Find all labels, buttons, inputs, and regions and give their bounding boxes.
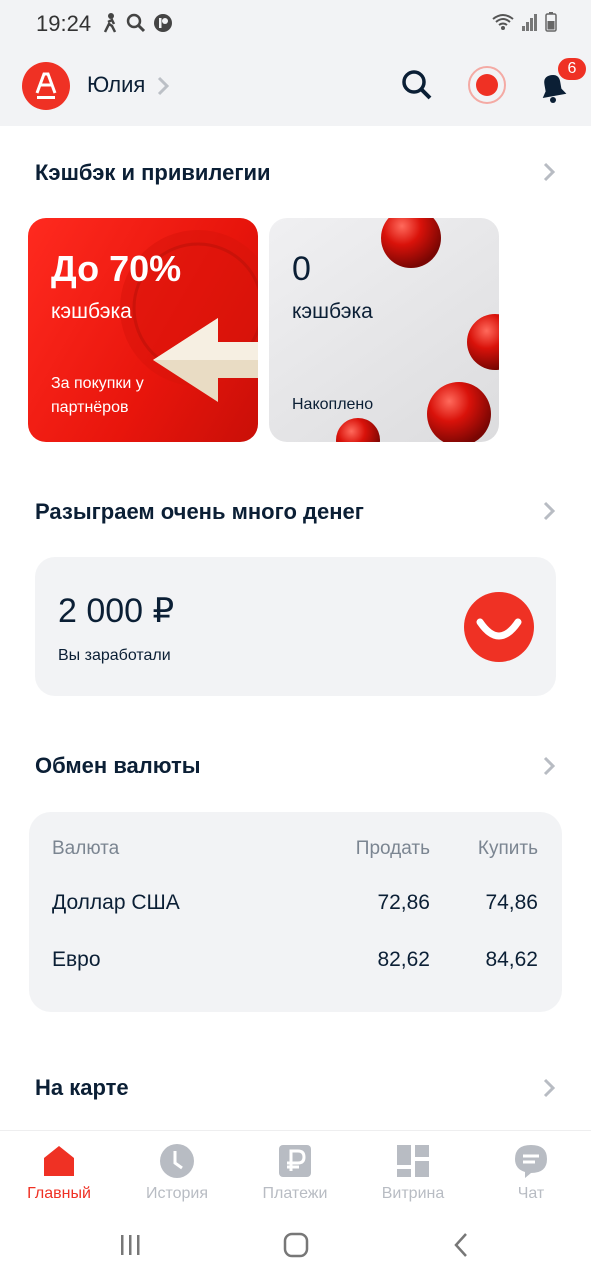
search-status-icon [126,13,146,33]
nav-item-chat[interactable]: Чат [472,1143,590,1203]
column-currency: Валюта [52,838,120,859]
user-name[interactable]: Юлия [87,72,145,98]
ruble-icon [279,1145,311,1177]
recent-apps-icon[interactable] [119,1232,143,1258]
status-notification-icons [100,12,174,34]
nav-label: Платежи [262,1185,328,1202]
bottom-nav: Главный История Платежи Витрина Чат [0,1130,591,1210]
bank-logo[interactable] [22,62,70,110]
nav-label: История [145,1185,209,1202]
record-button[interactable] [468,66,506,104]
earnings-amount: 2 000 ₽ [58,592,175,630]
currency-sell-rate: 82,62 [377,948,430,971]
chevron-right-icon[interactable] [541,1077,557,1099]
lottery-section-title[interactable]: Разыграем очень много денег [35,499,364,525]
app-status-icon [154,14,172,32]
column-buy: Купить [477,838,538,859]
system-nav-bar [0,1210,591,1280]
smile-icon [464,592,534,662]
chevron-right-icon[interactable] [541,500,557,522]
partner-cashback-card[interactable]: До 70% кэшбэка За покупки у партнёров [28,218,258,442]
notifications-badge: 6 [556,56,588,82]
partner-cashback-subtitle: кэшбэка [51,300,132,323]
battery-icon [545,12,557,32]
record-dot-icon [476,74,498,96]
accumulated-cashback-value: 0 [292,250,311,288]
accumulated-cashback-subtitle: кэшбэка [292,300,373,323]
signal-icon [522,14,537,31]
chevron-right-icon[interactable] [156,75,170,97]
nav-item-home[interactable]: Главный [0,1143,118,1203]
person-walk-icon [103,13,117,33]
earnings-label: Вы заработали [58,647,171,664]
nav-label: Чат [517,1185,545,1202]
cashback-section-title[interactable]: Кэшбэк и привилегии [35,160,271,186]
nav-label: Витрина [381,1185,445,1202]
showcase-icon [397,1145,429,1177]
home-icon [44,1146,74,1176]
currency-name: Евро [52,948,101,971]
status-time: 19:24 [36,11,92,36]
clock-icon [160,1144,194,1178]
status-system-icons [491,12,557,32]
home-button-icon[interactable] [283,1232,309,1258]
back-icon[interactable] [451,1232,471,1258]
wifi-icon [492,14,514,30]
nav-label: Главный [27,1185,91,1202]
alfa-a-icon [35,72,57,99]
partner-cashback-headline: До 70% [51,248,182,289]
currency-name: Доллар США [52,891,180,914]
app-header: Юлия 6 [0,46,591,126]
currency-buy-rate: 74,86 [485,891,538,914]
chat-icon [515,1145,547,1178]
currency-sell-rate: 72,86 [377,891,430,914]
chevron-right-icon[interactable] [541,161,557,183]
partner-cashback-note: За покупки у партнёров [51,375,144,416]
nav-item-payments[interactable]: Платежи [236,1143,354,1203]
chevron-right-icon[interactable] [541,755,557,777]
currency-buy-rate: 84,62 [485,948,538,971]
nav-item-showcase[interactable]: Витрина [354,1143,472,1203]
column-sell: Продать [355,838,430,859]
currency-table[interactable]: Валюта Продать Купить Доллар США 72,86 7… [29,812,562,1012]
lottery-earnings-card[interactable]: 2 000 ₽ Вы заработали [35,557,556,696]
currency-section-title[interactable]: Обмен валюты [35,753,201,779]
status-bar: 19:24 [0,0,591,46]
search-icon[interactable] [400,68,434,102]
nav-item-history[interactable]: История [118,1143,236,1203]
map-section-title[interactable]: На карте [35,1075,129,1101]
accumulated-cashback-note: Накоплено [292,396,374,413]
accumulated-cashback-card[interactable]: 0 кэшбэка Накоплено [269,218,499,442]
